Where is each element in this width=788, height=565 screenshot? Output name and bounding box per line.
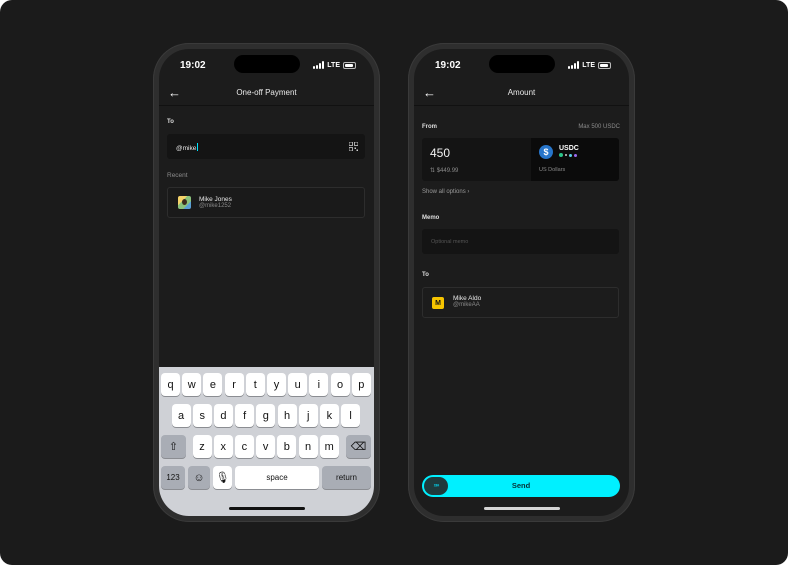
screen: 19:02 LTE ← One-off Payment To @mike Rec… — [159, 49, 374, 516]
avatar — [178, 196, 191, 209]
key-o[interactable]: o — [330, 373, 350, 396]
recipient-input-value: @mike — [176, 145, 197, 152]
key-v[interactable]: v — [256, 435, 276, 458]
mic-key[interactable]: 🎙 — [213, 466, 232, 489]
memo-placeholder: Optional memo — [431, 239, 469, 245]
status-time: 19:02 — [180, 60, 206, 71]
key-g[interactable]: g — [256, 404, 276, 427]
amount-usd-equivalent[interactable]: ⇅ $449.99 — [430, 167, 458, 174]
space-key[interactable]: space — [235, 466, 319, 489]
numbers-key[interactable]: 123 — [161, 466, 185, 489]
key-m[interactable]: m — [319, 435, 339, 458]
asset-subtitle: US Dollars — [539, 167, 566, 173]
qr-scan-icon[interactable] — [349, 142, 358, 151]
to-label: To — [167, 119, 174, 125]
usdc-icon: $ — [539, 145, 553, 159]
key-r[interactable]: r — [224, 373, 244, 396]
signal-icon — [313, 61, 325, 69]
send-label: Send — [511, 481, 531, 490]
text-caret — [197, 143, 199, 151]
contact-name: Mike Jones — [199, 196, 232, 203]
battery-icon — [343, 61, 356, 69]
slide-to-send[interactable]: »» Send — [422, 475, 620, 497]
key-f[interactable]: f — [235, 404, 255, 427]
return-key[interactable]: return — [322, 466, 371, 489]
phone-amount: 19:02 LTE ← Amount From Max 500 USDC 450… — [408, 43, 635, 522]
memo-label: Memo — [422, 215, 440, 221]
key-t[interactable]: t — [245, 373, 265, 396]
nav-bar: ← Amount — [414, 82, 629, 106]
keyboard: q w e r t y u i o p a s d f g h j k l ⇧ z x c v b n m ⌫ 123 ☺ 🎙 space re… — [159, 367, 374, 516]
home-indicator — [228, 507, 305, 510]
status-bar: 19:02 LTE — [159, 60, 374, 74]
shift-key[interactable]: ⇧ — [161, 435, 186, 458]
asset-selector[interactable]: $ USDC US Dollars — [531, 138, 619, 181]
key-q[interactable]: q — [161, 373, 180, 396]
nav-bar: ← One-off Payment — [159, 82, 374, 106]
status-time: 19:02 — [435, 60, 461, 71]
recipient-card[interactable]: M Mike Aldo @mikeAA — [422, 287, 619, 318]
key-n[interactable]: n — [298, 435, 318, 458]
key-a[interactable]: a — [171, 404, 191, 427]
screen: 19:02 LTE ← Amount From Max 500 USDC 450… — [414, 49, 629, 516]
network-label: LTE — [582, 61, 595, 69]
page-title: One-off Payment — [236, 88, 297, 97]
recipient-input[interactable]: @mike — [167, 134, 365, 159]
key-p[interactable]: p — [351, 373, 371, 396]
key-i[interactable]: i — [309, 373, 329, 396]
status-bar: 19:02 LTE — [414, 60, 629, 74]
chain-icons — [559, 153, 577, 157]
amount-field[interactable]: 450 ⇅ $449.99 — [422, 138, 531, 181]
key-j[interactable]: j — [298, 404, 318, 427]
network-label: LTE — [327, 61, 340, 69]
key-x[interactable]: x — [213, 435, 233, 458]
key-z[interactable]: z — [192, 435, 212, 458]
key-e[interactable]: e — [203, 373, 223, 396]
amount-selector: 450 ⇅ $449.99 $ USDC US Dollars — [422, 138, 619, 181]
signal-icon — [568, 61, 580, 69]
recent-label: Recent — [167, 172, 188, 179]
key-u[interactable]: u — [288, 373, 308, 396]
status-indicators: LTE — [568, 61, 611, 69]
key-s[interactable]: s — [192, 404, 212, 427]
recent-contact-item[interactable]: Mike Jones @mike1252 — [167, 187, 365, 218]
battery-icon — [598, 61, 611, 69]
to-label: To — [422, 272, 429, 278]
key-w[interactable]: w — [182, 373, 202, 396]
key-h[interactable]: h — [277, 404, 297, 427]
status-indicators: LTE — [313, 61, 356, 69]
phone-one-off-payment: 19:02 LTE ← One-off Payment To @mike Rec… — [153, 43, 380, 522]
key-c[interactable]: c — [234, 435, 254, 458]
key-b[interactable]: b — [277, 435, 297, 458]
delete-key[interactable]: ⌫ — [346, 435, 371, 458]
key-y[interactable]: y — [267, 373, 286, 396]
home-indicator — [483, 507, 560, 510]
contact-handle: @mike1252 — [199, 203, 232, 209]
from-label: From — [422, 124, 437, 130]
recipient-badge: M — [432, 297, 444, 309]
max-amount-label: Max 500 USDC — [578, 124, 620, 130]
emoji-key[interactable]: ☺ — [188, 466, 210, 489]
canvas: 19:02 LTE ← One-off Payment To @mike Rec… — [0, 0, 788, 565]
memo-input[interactable]: Optional memo — [422, 229, 619, 254]
amount-value: 450 — [430, 146, 451, 160]
key-l[interactable]: l — [341, 404, 361, 427]
show-all-options-link[interactable]: Show all options › — [422, 189, 469, 195]
asset-symbol: USDC — [559, 145, 579, 152]
key-d[interactable]: d — [213, 404, 233, 427]
page-title: Amount — [507, 88, 536, 97]
recipient-handle: @mikeAA — [453, 302, 480, 308]
key-k[interactable]: k — [319, 404, 339, 427]
recipient-name: Mike Aldo — [453, 295, 482, 302]
